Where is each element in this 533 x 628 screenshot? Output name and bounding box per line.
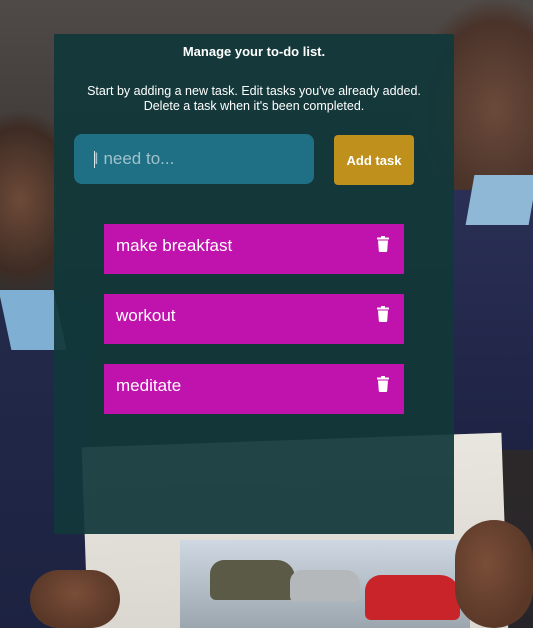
text-caret (94, 151, 95, 168)
trash-icon[interactable] (376, 376, 390, 392)
background-collar-right (465, 175, 533, 225)
todo-panel: Manage your to-do list. Start by adding … (54, 34, 454, 534)
add-task-button[interactable]: Add task (334, 135, 414, 185)
background-car (290, 570, 360, 602)
background-car (365, 575, 460, 620)
background-car (210, 560, 295, 600)
trash-icon[interactable] (376, 306, 390, 322)
background-uniform-right (450, 190, 533, 450)
new-task-input[interactable] (74, 134, 314, 184)
page-title: Manage your to-do list. (182, 44, 326, 59)
task-item[interactable]: meditate (104, 364, 404, 414)
task-label[interactable]: workout (116, 306, 176, 326)
instructions-line-2: Delete a task when it's been completed. (143, 99, 365, 113)
background-hand (30, 570, 120, 628)
task-label[interactable]: make breakfast (116, 236, 232, 256)
instructions-line-1: Start by adding a new task. Edit tasks y… (87, 84, 421, 98)
task-label[interactable]: meditate (116, 376, 181, 396)
task-item[interactable]: make breakfast (104, 224, 404, 274)
background-hand (455, 520, 533, 628)
trash-icon[interactable] (376, 236, 390, 252)
task-item[interactable]: workout (104, 294, 404, 344)
task-list: make breakfast workout meditate (104, 224, 404, 434)
instructions: Start by adding a new task. Edit tasks y… (74, 84, 434, 114)
